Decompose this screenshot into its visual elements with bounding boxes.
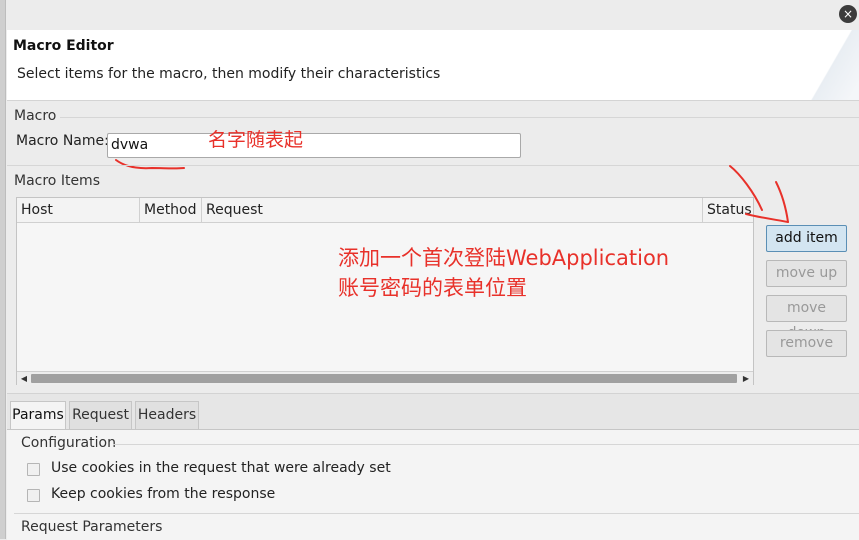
table-annotation-line2: 账号密码的表单位置 — [338, 276, 527, 300]
column-header-request[interactable]: Request — [202, 198, 703, 222]
configuration-label: Configuration — [21, 435, 116, 451]
dialog-header: Macro Editor Select items for the macro,… — [7, 30, 859, 101]
request-parameters-label: Request Parameters — [21, 519, 163, 535]
header-decoration — [799, 30, 859, 100]
params-divider — [14, 513, 859, 514]
scrollbar-thumb[interactable] — [31, 374, 737, 383]
move-down-button[interactable]: move down — [766, 295, 847, 341]
dialog-title: Macro Editor — [13, 38, 114, 54]
dialog-description: Select items for the macro, then modify … — [17, 66, 441, 82]
name-annotation: 名字随表起 — [208, 129, 304, 151]
params-panel: Configuration Use cookies in the request… — [7, 429, 859, 540]
table-header: Host Method Request Status — [17, 198, 753, 223]
table-annotation-line1: 添加一个首次登陆WebApplication — [338, 246, 670, 270]
configuration-separator — [113, 444, 859, 445]
use-cookies-label[interactable]: Use cookies in the request that were alr… — [51, 460, 391, 476]
add-item-button[interactable]: add item — [766, 225, 847, 252]
column-header-host[interactable]: Host — [17, 198, 140, 222]
use-cookies-checkbox[interactable] — [27, 463, 40, 476]
move-up-button[interactable]: move up — [766, 260, 847, 287]
macro-name-label: Macro Name: — [16, 133, 109, 149]
scroll-right-icon[interactable]: ▶ — [739, 372, 753, 385]
tab-headers[interactable]: Headers — [135, 401, 199, 429]
dialog-title-bar — [0, 0, 859, 30]
macro-name-input[interactable]: dvwa — [107, 133, 521, 158]
macro-group-separator — [60, 117, 859, 118]
keep-cookies-checkbox[interactable] — [27, 489, 40, 502]
macro-group-label: Macro — [14, 108, 57, 124]
tab-params[interactable]: Params — [10, 401, 66, 430]
underline-annotation — [115, 159, 185, 170]
background-window-edge — [0, 0, 6, 539]
remove-button[interactable]: remove — [766, 330, 847, 357]
tab-request[interactable]: Request — [69, 401, 132, 429]
macro-items-group-label: Macro Items — [14, 173, 100, 189]
keep-cookies-label[interactable]: Keep cookies from the response — [51, 486, 275, 502]
arrow-annotation — [729, 165, 789, 223]
close-icon[interactable]: × — [839, 5, 857, 23]
column-header-method[interactable]: Method — [140, 198, 202, 222]
scroll-left-icon[interactable]: ◀ — [17, 372, 31, 385]
horizontal-scrollbar[interactable]: ◀ ▶ — [17, 371, 753, 385]
